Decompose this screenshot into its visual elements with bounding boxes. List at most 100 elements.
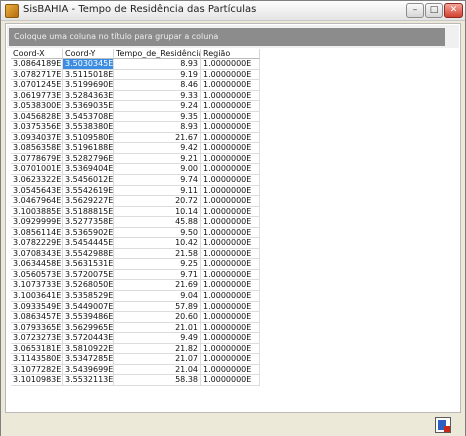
cell-coord-x[interactable]: 3.0778679E+04 [11,153,63,165]
cell-coord-y[interactable]: 3.5456012E+0 [63,175,114,186]
cell-coord-x[interactable]: 3.0375356E+04 [11,122,63,133]
cell-coord-y[interactable]: 3.5453708E+0 [63,111,114,123]
table-row[interactable]: 3.0723273E+043.5720443E+09.491.0000000E [11,333,261,344]
table-row[interactable]: 3.0701245E+043.5199690E+08.461.0000000E [11,80,261,91]
cell-coord-y[interactable]: 3.5538380E+0 [63,122,114,133]
table-row[interactable]: 3.0634458E+043.5631531E+09.251.0000000E [11,259,261,270]
cell-coord-y[interactable]: 3.5542988E+0 [63,248,114,260]
cell-coord-x[interactable]: 3.1143580E+04 [11,354,63,365]
cell-tempo-de-residencia[interactable]: 20.60 [114,312,201,323]
cell-tempo-de-residencia[interactable]: 21.07 [114,354,201,365]
cell-tempo-de-residencia[interactable]: 9.04 [114,291,201,302]
close-button[interactable]: ✕ [444,3,463,18]
cell-coord-x[interactable]: 3.0619773E+04 [11,90,63,102]
table-row[interactable]: 3.0538300E+043.5369035E+09.241.0000000E [11,101,261,112]
cell-coord-y[interactable]: 3.5284363E+0 [63,90,114,102]
group-by-panel[interactable]: Coloque uma coluna no título para grupar… [7,25,459,48]
table-row[interactable]: 3.0782717E+043.5115018E+09.191.0000000E [11,69,261,81]
cell-coord-y[interactable]: 3.5720075E+0 [63,269,114,281]
cell-coord-x[interactable]: 3.0933549E+04 [11,301,63,313]
cell-coord-y[interactable]: 3.5532113E+0 [63,375,114,386]
cell-regiao[interactable]: 1.0000000E [201,101,260,112]
cell-coord-y[interactable]: 3.5454445E+0 [63,238,114,249]
cell-tempo-de-residencia[interactable]: 9.00 [114,164,201,176]
cell-tempo-de-residencia[interactable]: 10.14 [114,206,201,218]
cell-coord-y[interactable]: 3.5631531E+0 [63,259,114,270]
table-row[interactable]: 3.0708343E+043.5542988E+021.581.0000000E [11,248,261,260]
data-grid[interactable]: Coord-X Coord-Y Tempo_de_Residência Regi… [11,49,261,411]
table-row[interactable]: 3.0933549E+043.5449007E+057.891.0000000E [11,301,261,313]
cell-regiao[interactable]: 1.0000000E [201,375,260,386]
table-row[interactable]: 3.0863457E+043.5539486E+020.601.0000000E [11,312,261,323]
cell-regiao[interactable]: 1.0000000E [201,111,260,123]
table-row[interactable]: 3.0619773E+043.5284363E+09.331.0000000E [11,90,261,102]
cell-coord-x[interactable]: 3.0701245E+04 [11,80,63,91]
cell-coord-y[interactable]: 3.5629227E+0 [63,196,114,207]
cell-tempo-de-residencia[interactable]: 21.67 [114,132,201,144]
cell-regiao[interactable]: 1.0000000E [201,301,260,313]
cell-coord-x[interactable]: 3.1073733E+04 [11,280,63,292]
cell-regiao[interactable]: 1.0000000E [201,90,260,102]
cell-coord-y[interactable]: 3.5369404E+0 [63,164,114,176]
cell-coord-x[interactable]: 3.0538300E+04 [11,101,63,112]
cell-regiao[interactable]: 1.0000000E [201,132,260,144]
table-row[interactable]: 3.0778679E+043.5282796E+09.211.0000000E [11,153,261,165]
maximize-button[interactable]: □ [425,3,443,18]
cell-regiao[interactable]: 1.0000000E [201,206,260,218]
cell-tempo-de-residencia[interactable]: 9.33 [114,90,201,102]
cell-regiao[interactable]: 1.0000000E [201,248,260,260]
cell-regiao[interactable]: 1.0000000E [201,59,260,70]
export-icon[interactable] [435,417,451,433]
cell-coord-y[interactable]: 3.5629965E+0 [63,322,114,334]
cell-coord-x[interactable]: 3.0634458E+04 [11,259,63,270]
table-row[interactable]: 3.0856114E+043.5365902E+09.501.0000000E [11,227,261,239]
cell-tempo-de-residencia[interactable]: 21.01 [114,322,201,334]
cell-regiao[interactable]: 1.0000000E [201,122,260,133]
cell-coord-y[interactable]: 3.5277358E+0 [63,217,114,228]
table-row[interactable]: 3.0934037E+043.5109580E+021.671.0000000E [11,132,261,144]
cell-coord-y[interactable]: 3.5268050E+0 [63,280,114,292]
cell-tempo-de-residencia[interactable]: 8.93 [114,122,201,133]
cell-coord-y[interactable]: 3.5358529E+0 [63,291,114,302]
cell-tempo-de-residencia[interactable]: 9.21 [114,153,201,165]
cell-regiao[interactable]: 1.0000000E [201,196,260,207]
table-row[interactable]: 3.0560573E+043.5720075E+09.711.0000000E [11,269,261,281]
cell-coord-x[interactable]: 3.0708343E+04 [11,248,63,260]
cell-coord-y[interactable]: 3.5196188E+0 [63,143,114,154]
cell-coord-y[interactable]: 3.5439699E+0 [63,364,114,376]
cell-tempo-de-residencia[interactable]: 21.04 [114,364,201,376]
table-row[interactable]: 3.1077282E+043.5439699E+021.041.0000000E [11,364,261,376]
cell-coord-x[interactable]: 3.0467964E+04 [11,196,63,207]
minimize-button[interactable]: – [406,3,424,18]
cell-regiao[interactable]: 1.0000000E [201,175,260,186]
cell-regiao[interactable]: 1.0000000E [201,312,260,323]
cell-coord-y[interactable]: 3.5369035E+0 [63,101,114,112]
table-row[interactable]: 3.1003885E+043.5188815E+010.141.0000000E [11,206,261,218]
column-header-coord-x[interactable]: Coord-X [11,49,63,59]
cell-regiao[interactable]: 1.0000000E [201,354,260,365]
cell-coord-y[interactable]: 3.5449007E+0 [63,301,114,313]
table-row[interactable]: 3.0864189E+043.5030345E+08.931.0000000E [11,59,261,70]
cell-coord-x[interactable]: 3.0456828E+04 [11,111,63,123]
cell-regiao[interactable]: 1.0000000E [201,259,260,270]
cell-coord-x[interactable]: 3.0560573E+04 [11,269,63,281]
cell-regiao[interactable]: 1.0000000E [201,333,260,344]
cell-regiao[interactable]: 1.0000000E [201,164,260,176]
table-row[interactable]: 3.0545643E+043.5542619E+09.111.0000000E [11,185,261,197]
cell-coord-x[interactable]: 3.1003885E+04 [11,206,63,218]
cell-coord-y[interactable]: 3.5282796E+0 [63,153,114,165]
cell-coord-x[interactable]: 3.0782229E+04 [11,238,63,249]
cell-tempo-de-residencia[interactable]: 21.82 [114,343,201,355]
column-header-tempo-de-residencia[interactable]: Tempo_de_Residência [114,49,201,59]
cell-regiao[interactable]: 1.0000000E [201,322,260,334]
cell-regiao[interactable]: 1.0000000E [201,238,260,249]
cell-regiao[interactable]: 1.0000000E [201,269,260,281]
cell-tempo-de-residencia[interactable]: 9.35 [114,111,201,123]
table-row[interactable]: 3.1003641E+043.5358529E+09.041.0000000E [11,291,261,302]
cell-tempo-de-residencia[interactable]: 9.25 [114,259,201,270]
cell-tempo-de-residencia[interactable]: 9.74 [114,175,201,186]
column-header-regiao[interactable]: Região [201,49,260,59]
cell-coord-x[interactable]: 3.0723273E+04 [11,333,63,344]
cell-tempo-de-residencia[interactable]: 9.24 [114,101,201,112]
cell-coord-x[interactable]: 3.0623322E+04 [11,175,63,186]
